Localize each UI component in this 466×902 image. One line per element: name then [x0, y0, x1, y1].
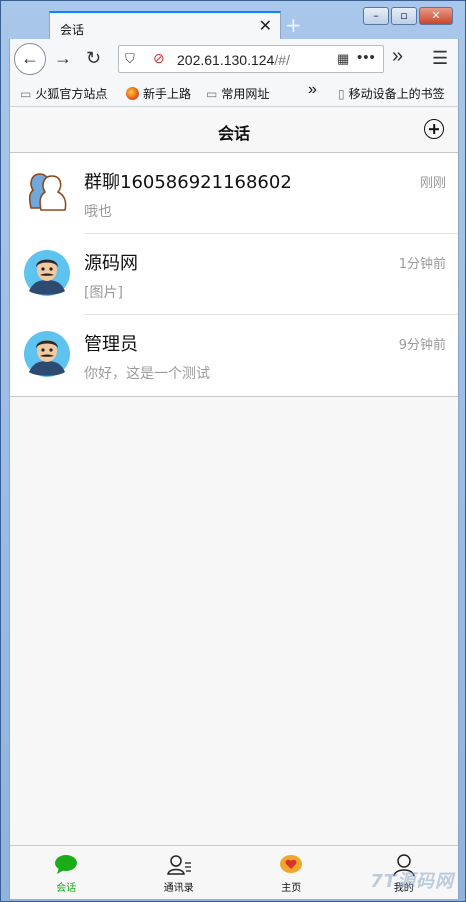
conversation-name: 群聊160586921168602: [84, 172, 292, 193]
bottom-tab-bar: 会话 通讯录 主页 我的 7T源码网: [10, 845, 458, 899]
conversation-item[interactable]: 群聊160586921168602 刚刚 哦也: [10, 153, 458, 234]
navigation-toolbar: ← → ↻ ⛉ ⊘ 202.61.130.124/#/ ▦ ••• » ☰: [9, 39, 459, 79]
conversation-preview: 你好，这是一个测试: [84, 366, 210, 382]
conversation-item[interactable]: 管理员 9分钟前 你好，这是一个测试: [10, 315, 458, 396]
bookmarks-overflow-icon[interactable]: »: [308, 81, 317, 99]
menu-icon[interactable]: ☰: [432, 48, 448, 69]
bookmark-mobile[interactable]: ▯ 移动设备上的书签: [338, 85, 445, 102]
tab-label: 通讯录: [163, 883, 194, 894]
window-controls: – ▫ ✕: [363, 7, 453, 25]
forward-button[interactable]: →: [54, 48, 72, 69]
toolbar-overflow-icon[interactable]: »: [392, 45, 403, 68]
app-viewport: 会话 群聊160586921168602 刚刚 哦也 源码网 1分钟前 [图片]…: [9, 107, 459, 899]
mobile-icon: ▯: [338, 87, 345, 101]
home-heart-icon: [280, 855, 303, 873]
conversation-list: 群聊160586921168602 刚刚 哦也 源码网 1分钟前 [图片] 管理…: [10, 153, 458, 397]
user-avatar-icon: [24, 250, 70, 296]
add-plus-icon[interactable]: [424, 119, 444, 139]
tab-label: 主页: [281, 883, 302, 894]
conversation-time: 刚刚: [419, 176, 446, 191]
conversation-preview: [图片]: [84, 285, 123, 301]
shield-icon[interactable]: ⛉: [125, 51, 135, 67]
conversation-name: 管理员: [84, 334, 138, 355]
maximize-button[interactable]: ▫: [391, 7, 417, 25]
bookmark-getting-started[interactable]: 新手上路: [126, 85, 191, 102]
conversation-body: 群聊160586921168602 刚刚 哦也: [84, 153, 458, 234]
group-avatar-icon: [28, 173, 67, 211]
tab-chat[interactable]: 会话: [10, 846, 123, 899]
new-tab-button[interactable]: +: [285, 13, 302, 37]
bookmarks-toolbar: ▭ 火狐官方站点 新手上路 ▭ 常用网址 » ▯ 移动设备上的书签: [9, 79, 459, 107]
firefox-icon: [126, 87, 139, 100]
browser-tab[interactable]: 会话 ✕: [49, 11, 281, 41]
conversation-body: 管理员 9分钟前 你好，这是一个测试: [84, 315, 458, 396]
minimize-button[interactable]: –: [363, 7, 389, 25]
qr-code-icon[interactable]: ▦: [337, 51, 349, 67]
conversation-time: 9分钟前: [398, 338, 446, 353]
tab-contacts[interactable]: 通讯录: [123, 846, 236, 899]
app-header: 会话: [10, 107, 458, 153]
reload-button[interactable]: ↻: [86, 48, 101, 69]
folder-icon: ▭: [206, 87, 218, 101]
address-bar[interactable]: ⛉ ⊘ 202.61.130.124/#/ ▦ •••: [118, 45, 384, 73]
tab-close-icon[interactable]: ✕: [259, 16, 272, 36]
folder-icon: ▭: [20, 87, 32, 101]
bookmark-common-sites[interactable]: ▭ 常用网址: [206, 85, 269, 102]
tab-label: 会话: [56, 883, 77, 894]
watermark: 7T源码网: [370, 871, 454, 892]
conversation-preview: 哦也: [84, 204, 112, 220]
browser-tab-title: 会话: [60, 23, 85, 37]
back-button[interactable]: ←: [14, 43, 46, 75]
insecure-lock-icon[interactable]: ⊘: [153, 50, 165, 67]
tab-strip: 会话 ✕ + – ▫ ✕: [9, 7, 457, 41]
conversation-body: 源码网 1分钟前 [图片]: [84, 234, 458, 315]
browser-window: 会话 ✕ + – ▫ ✕ ← → ↻ ⛉ ⊘ 202.61.130.124/#/…: [0, 0, 466, 902]
user-avatar-icon: [24, 331, 70, 377]
conversation-time: 1分钟前: [398, 257, 446, 272]
url-text: 202.61.130.124/#/: [177, 52, 290, 68]
page-title: 会话: [217, 124, 250, 143]
conversation-name: 源码网: [84, 253, 138, 274]
page-actions-icon[interactable]: •••: [357, 49, 376, 66]
bookmark-firefox-site[interactable]: ▭ 火狐官方站点: [20, 85, 107, 102]
tab-home[interactable]: 主页: [235, 846, 348, 899]
chat-icon: [55, 855, 78, 874]
close-window-button[interactable]: ✕: [419, 7, 453, 25]
conversation-item[interactable]: 源码网 1分钟前 [图片]: [10, 234, 458, 315]
contacts-icon: [166, 855, 191, 875]
